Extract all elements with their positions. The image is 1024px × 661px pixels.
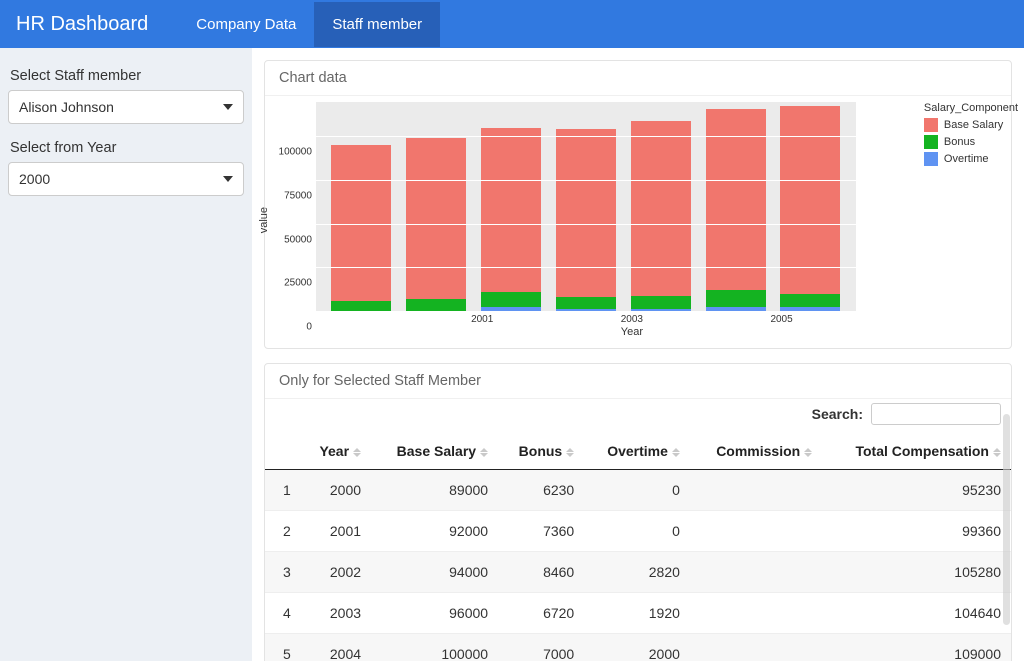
chart-bar [481, 128, 541, 312]
chart-y-tick: 50000 [284, 234, 312, 245]
chart-x-ticks: 2001 2003 2005 [362, 312, 902, 325]
table-cell [690, 593, 822, 634]
table-panel: Only for Selected Staff Member Search: Y… [264, 363, 1012, 661]
caret-down-icon [223, 104, 233, 110]
chart-x-tick [826, 314, 886, 325]
table-row[interactable]: 5200410000070002000109000 [265, 634, 1011, 661]
chart-y-tick: 75000 [284, 190, 312, 201]
table-cell: 105280 [822, 552, 1011, 593]
legend-item: Overtime [924, 152, 1018, 166]
chart-ylabel: value [258, 207, 270, 233]
table-cell: 94000 [371, 552, 498, 593]
table-cell [690, 634, 822, 661]
sort-icon [804, 448, 812, 457]
chart-y-tick: 0 [306, 322, 312, 333]
table-cell: 7000 [498, 634, 584, 661]
column-header[interactable]: Bonus [498, 433, 584, 470]
staff-select[interactable]: Alison Johnson [8, 90, 244, 124]
year-select-value: 2000 [19, 171, 50, 187]
table-cell [690, 511, 822, 552]
chart-y-tick: 25000 [284, 278, 312, 289]
chart-legend-title: Salary_Component [924, 102, 1018, 114]
table-cell: 95230 [822, 470, 1011, 511]
sort-icon [993, 448, 1001, 457]
main-content: Chart data value 0250005000075000100000 … [252, 48, 1024, 661]
sidebar: Select Staff member Alison Johnson Selec… [0, 48, 252, 661]
chart-x-tick: 2001 [452, 314, 512, 325]
table-cell: 2820 [584, 552, 690, 593]
table-cell: 2000 [301, 470, 371, 511]
sort-icon [566, 448, 574, 457]
column-header[interactable]: Base Salary [371, 433, 498, 470]
app-title: HR Dashboard [16, 13, 148, 36]
chart-bar [780, 106, 840, 312]
chart-legend: Salary_Component Base Salary Bonus Overtim… [924, 102, 1018, 169]
sort-icon [353, 448, 361, 457]
column-header[interactable]: Commission [690, 433, 822, 470]
table-row[interactable]: 420039600067201920104640 [265, 593, 1011, 634]
table-cell: 0 [584, 511, 690, 552]
tab-staff-member[interactable]: Staff member [314, 2, 440, 47]
chart-x-tick [377, 314, 437, 325]
chart-bar [631, 121, 691, 312]
chart-panel-title: Chart data [265, 61, 1011, 96]
navbar: HR Dashboard Company Data Staff member [0, 0, 1024, 48]
table-cell: 7360 [498, 511, 584, 552]
chart-x-tick: 2005 [752, 314, 812, 325]
chart-x-tick: 2003 [602, 314, 662, 325]
column-header[interactable]: Total Compensation [822, 433, 1011, 470]
table-cell: 109000 [822, 634, 1011, 661]
column-header[interactable]: Year [301, 433, 371, 470]
table-cell: 104640 [822, 593, 1011, 634]
table-row[interactable]: 320029400084602820105280 [265, 552, 1011, 593]
table-cell: 6720 [498, 593, 584, 634]
table-cell: 2004 [301, 634, 371, 661]
scrollbar[interactable] [1003, 414, 1010, 625]
table-cell [690, 470, 822, 511]
table-cell: 6230 [498, 470, 584, 511]
chart-x-tick [527, 314, 587, 325]
table-cell [690, 552, 822, 593]
table-cell: 2002 [301, 552, 371, 593]
chart-x-tick [677, 314, 737, 325]
table-row[interactable]: 22001920007360099360 [265, 511, 1011, 552]
staff-select-label: Select Staff member [10, 68, 244, 84]
chart-panel: Chart data value 0250005000075000100000 … [264, 60, 1012, 349]
chart-bar [331, 145, 391, 312]
sort-icon [480, 448, 488, 457]
chart-y-tick: 100000 [279, 147, 312, 158]
table-cell: 92000 [371, 511, 498, 552]
search-input[interactable] [871, 403, 1001, 425]
year-select-label: Select from Year [10, 140, 244, 156]
tab-company-data[interactable]: Company Data [178, 2, 314, 47]
table-cell: 2000 [584, 634, 690, 661]
table-panel-title: Only for Selected Staff Member [265, 364, 1011, 399]
table-cell: 1920 [584, 593, 690, 634]
chart-bar [706, 109, 766, 312]
table-cell: 99360 [822, 511, 1011, 552]
legend-item: Bonus [924, 135, 1018, 149]
table-row[interactable]: 12000890006230095230 [265, 470, 1011, 511]
table-cell: 100000 [371, 634, 498, 661]
table-cell: 2003 [301, 593, 371, 634]
column-header[interactable]: Overtime [584, 433, 690, 470]
table-cell: 89000 [371, 470, 498, 511]
chart-y-ticks: 0250005000075000100000 [272, 115, 316, 325]
search-label: Search: [812, 406, 863, 422]
staff-select-value: Alison Johnson [19, 99, 114, 115]
chart-plot-area [316, 102, 856, 312]
table-cell: 8460 [498, 552, 584, 593]
legend-item: Base Salary [924, 118, 1018, 132]
chart-bar [556, 129, 616, 312]
sort-icon [672, 448, 680, 457]
table-cell: 0 [584, 470, 690, 511]
chart-bar [406, 138, 466, 312]
year-select[interactable]: 2000 [8, 162, 244, 196]
data-table: YearBase SalaryBonusOvertimeCommissionTo… [265, 433, 1011, 661]
chart-xlabel: Year [362, 326, 902, 338]
table-cell: 96000 [371, 593, 498, 634]
table-cell: 2001 [301, 511, 371, 552]
caret-down-icon [223, 176, 233, 182]
